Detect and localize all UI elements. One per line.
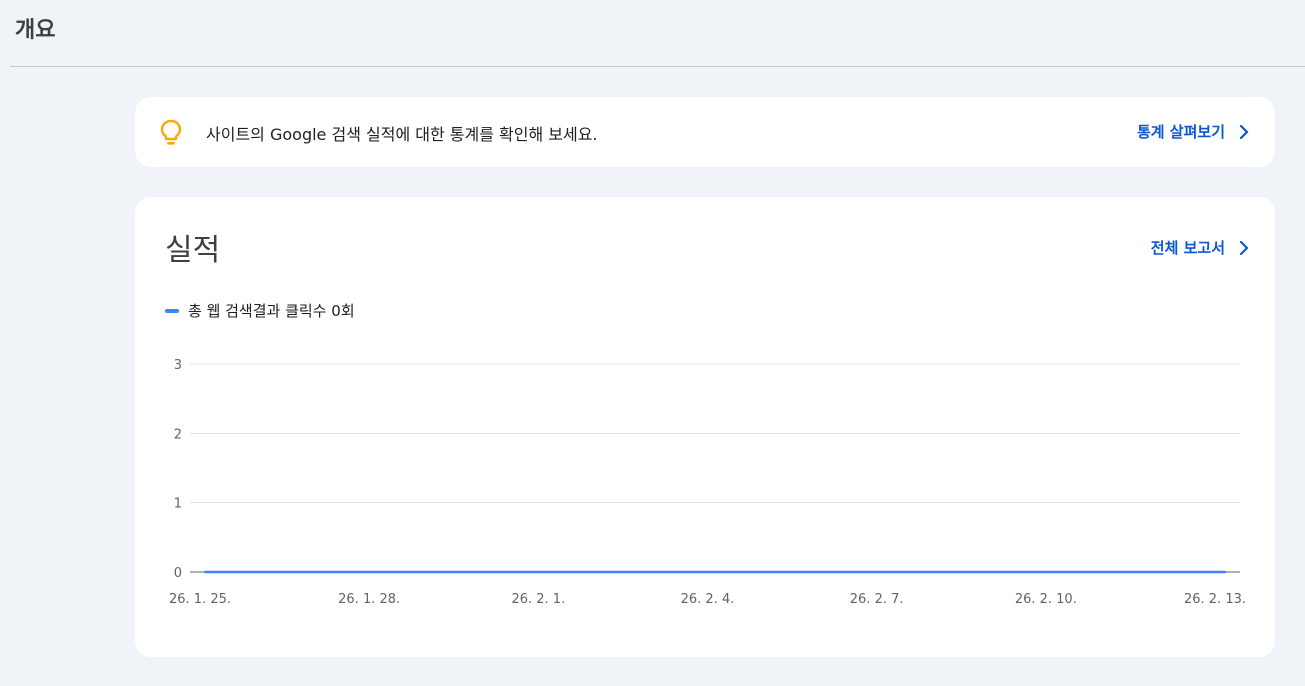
performance-card: 실적 전체 보고서 총 웹 검색결과 클릭수 0회 0 1 2 3 26. 1. 25.… [135, 197, 1275, 657]
x-tick-label: 26. 2. 4. [681, 592, 735, 607]
y-tick-label: 3 [174, 358, 182, 373]
tip-text: 사이트의 Google 검색 실적에 대한 통계를 확인해 보세요. [206, 125, 598, 144]
lightbulb-icon [160, 119, 182, 147]
performance-title: 실적 [165, 233, 221, 268]
y-tick-label: 2 [174, 427, 182, 442]
chevron-right-icon [1239, 124, 1249, 139]
y-tick-label: 1 [174, 497, 182, 512]
x-tick-label: 26. 2. 13. [1184, 592, 1246, 607]
page-title: 개요 [15, 18, 56, 43]
full-report-label: 전체 보고서 [1150, 239, 1225, 257]
x-tick-label: 26. 2. 1. [511, 592, 565, 607]
insights-tip-card: 사이트의 Google 검색 실적에 대한 통계를 확인해 보세요. 통계 살펴… [135, 97, 1275, 167]
y-tick-label: 0 [174, 566, 182, 581]
explore-insights-link[interactable]: 통계 살펴보기 [1137, 121, 1249, 142]
explore-insights-label: 통계 살펴보기 [1136, 123, 1225, 141]
clicks-line-chart: 0 1 2 3 26. 1. 25. 26. 1. 28. 26. 2. 1. 26. 2. … [169, 358, 1246, 607]
page-header: 개요 [0, 0, 1305, 67]
legend-swatch [165, 308, 179, 313]
full-report-link[interactable]: 전체 보고서 [1151, 237, 1249, 258]
chevron-right-icon [1239, 240, 1249, 255]
chart-legend: 총 웹 검색결과 클릭수 0회 [165, 300, 355, 321]
x-tick-label: 26. 1. 25. [169, 592, 231, 607]
x-tick-label: 26. 2. 7. [850, 592, 904, 607]
header-divider [10, 66, 1305, 67]
x-tick-label: 26. 1. 28. [338, 592, 400, 607]
legend-label: 총 웹 검색결과 클릭수 0회 [188, 302, 355, 320]
x-tick-label: 26. 2. 10. [1015, 592, 1077, 607]
